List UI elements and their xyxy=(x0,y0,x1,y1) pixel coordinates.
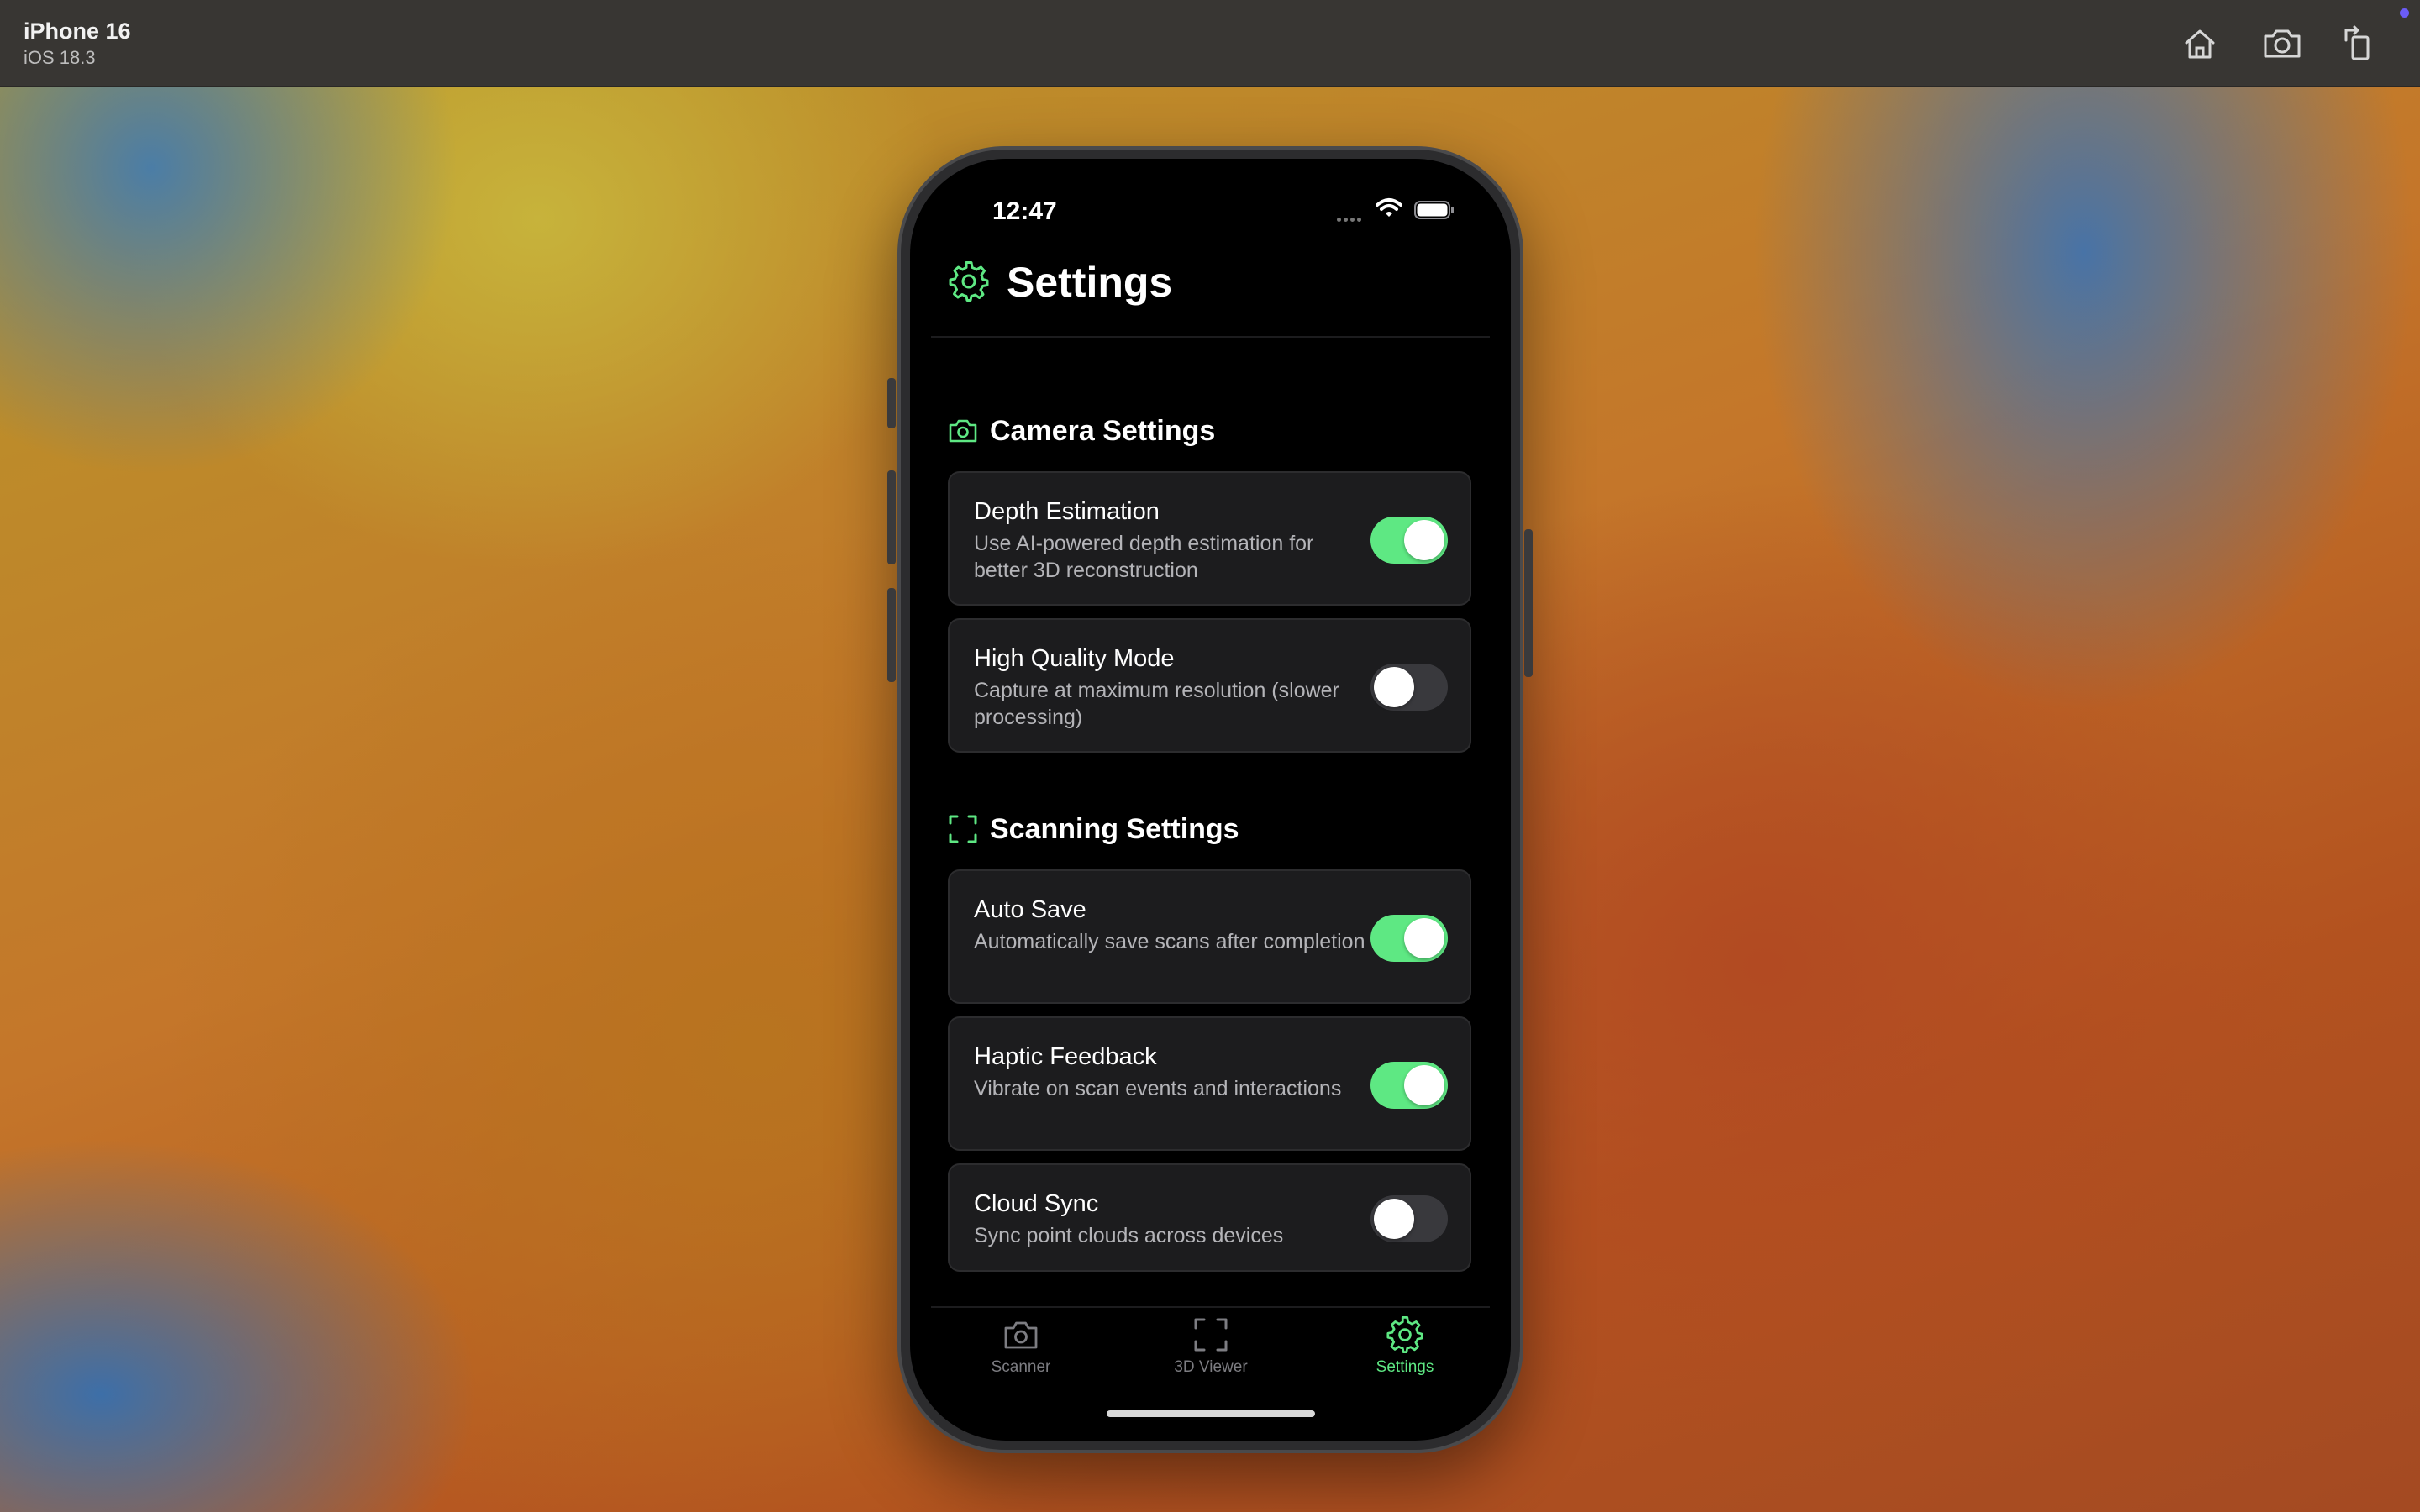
simulator-title-bar: iPhone 16 iOS 18.3 xyxy=(0,0,2420,87)
setting-title: High Quality Mode xyxy=(974,645,1175,672)
setting-description: Vibrate on scan events and interactions xyxy=(974,1077,1342,1100)
setting-description: Sync point clouds across devices xyxy=(974,1224,1284,1247)
tab-3d-viewer[interactable]: 3D Viewer xyxy=(1148,1316,1274,1383)
setting-row-high-quality-mode: High Quality Mode Capture at maximum res… xyxy=(948,618,1471,753)
wifi-icon xyxy=(1376,198,1402,217)
setting-description: Capture at maximum resolution (slower pr… xyxy=(974,679,1339,729)
page-title: Settings xyxy=(1007,259,1173,306)
section-title-camera: Camera Settings xyxy=(990,415,1216,447)
tab-label: Scanner xyxy=(991,1358,1051,1376)
cloud-sync-toggle[interactable] xyxy=(1370,1195,1448,1242)
rotate-device-icon xyxy=(2344,25,2370,60)
device-name: iPhone 16 xyxy=(24,18,131,44)
scan-frame-icon xyxy=(1194,1318,1228,1352)
header-divider xyxy=(931,336,1490,338)
toggle-knob xyxy=(1404,1065,1444,1105)
setting-row-auto-save: Auto Save Automatically save scans after… xyxy=(948,869,1471,1004)
setting-row-cloud-sync: Cloud Sync Sync point clouds across devi… xyxy=(948,1163,1471,1272)
setting-title: Depth Estimation xyxy=(974,498,1160,525)
tab-settings[interactable]: Settings xyxy=(1342,1316,1468,1383)
os-version: iOS 18.3 xyxy=(24,47,96,68)
depth-estimation-toggle[interactable] xyxy=(1370,517,1448,564)
cellular-signal-icon xyxy=(1337,211,1364,226)
toggle-knob xyxy=(1374,667,1414,707)
screenshot-camera-icon xyxy=(2264,29,2301,58)
screenshot-button[interactable] xyxy=(2260,22,2304,66)
toggle-knob xyxy=(1404,918,1444,958)
tab-bar-divider xyxy=(931,1306,1490,1308)
toggle-knob xyxy=(1404,520,1444,560)
setting-row-depth-estimation: Depth Estimation Use AI-powered depth es… xyxy=(948,471,1471,606)
status-time: 12:47 xyxy=(992,197,1057,225)
scan-frame-icon xyxy=(949,815,977,843)
page-header: Settings xyxy=(910,234,1511,337)
home-indicator[interactable] xyxy=(1107,1410,1315,1417)
setting-title: Haptic Feedback xyxy=(974,1043,1157,1070)
setting-description: Automatically save scans after completio… xyxy=(974,930,1365,953)
section-title-scanning: Scanning Settings xyxy=(990,813,1239,845)
auto-save-toggle[interactable] xyxy=(1370,915,1448,962)
high-quality-mode-toggle[interactable] xyxy=(1370,664,1448,711)
camera-icon xyxy=(949,419,977,443)
setting-title: Cloud Sync xyxy=(974,1190,1099,1217)
setting-description: Use AI-powered depth estimation for bett… xyxy=(974,532,1314,582)
volume-down-button xyxy=(887,588,896,682)
setting-row-haptic-feedback: Haptic Feedback Vibrate on scan events a… xyxy=(948,1016,1471,1151)
battery-icon xyxy=(1414,201,1454,219)
tab-label: 3D Viewer xyxy=(1174,1358,1248,1376)
camera-icon xyxy=(1004,1321,1038,1349)
home-icon xyxy=(2185,29,2215,59)
haptic-feedback-toggle[interactable] xyxy=(1370,1062,1448,1109)
toggle-knob xyxy=(1374,1199,1414,1239)
tab-scanner[interactable]: Scanner xyxy=(958,1316,1084,1383)
tab-label: Settings xyxy=(1376,1358,1434,1376)
home-button[interactable] xyxy=(2178,22,2222,66)
gear-icon xyxy=(1386,1316,1423,1353)
rotate-button[interactable] xyxy=(2338,22,2381,66)
setting-title: Auto Save xyxy=(974,896,1086,923)
power-button xyxy=(1524,529,1533,677)
recording-indicator xyxy=(2400,8,2409,18)
phone-screen: 12:47 Settings Camera Settings Depth Est… xyxy=(910,159,1511,1441)
action-button xyxy=(887,378,896,428)
volume-up-button xyxy=(887,470,896,564)
gear-icon xyxy=(949,261,989,302)
